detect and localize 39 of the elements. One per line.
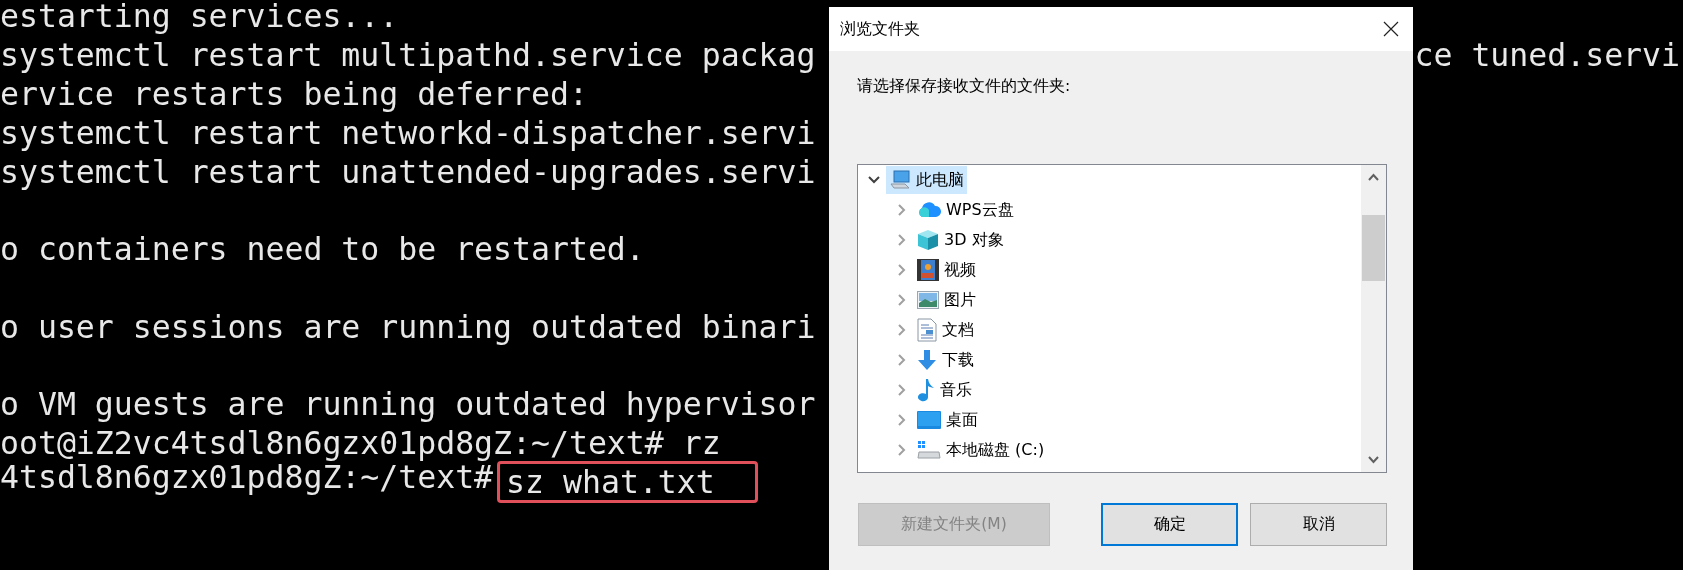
terminal-line: o containers need to be restarted. [0,233,645,266]
tree-item[interactable]: 文档 [914,316,977,344]
download-arrow-icon [917,349,937,371]
tree-item[interactable]: 本地磁盘 (C:) [914,436,1048,464]
terminal-line: systemctl restart multipathd.service packag [0,39,816,72]
terminal-line: oot@iZ2vc4tsdl8n6gzx01pd8gZ:~/text# rz [0,427,721,460]
tree-item[interactable]: 视频 [914,256,979,284]
drive-icon [917,440,941,460]
terminal-line: o VM guests are running outdated hypervisor [0,388,816,421]
computer-icon [889,170,911,190]
terminal-line: ervice restarts being deferred: [0,78,588,110]
music-note-icon [917,378,935,402]
landscape-image-icon [917,291,939,309]
cube-icon [917,229,939,251]
terminal-line: ce tuned.servi [1414,39,1680,72]
prompt-text: 请选择保存接收文件的文件夹: [857,76,1072,97]
terminal-line: estarting services... [0,0,399,33]
tree-item[interactable]: 音乐 [914,376,975,404]
tree-item[interactable]: 此电脑 [886,166,967,194]
tree-item[interactable]: WPS云盘 [914,196,1017,224]
scrollbar[interactable] [1361,165,1386,472]
tree-item[interactable]: 3D 对象 [914,226,1007,254]
terminal-line: 4tsdl8n6gzx01pd8gZ:~/text# [0,460,494,497]
close-icon[interactable] [1381,19,1401,39]
film-icon [917,259,939,281]
window-title: 浏览文件夹 [840,18,920,40]
tree-item[interactable]: 图片 [914,286,979,314]
highlighted-command: sz what.txt [497,460,758,503]
terminal-line: systemctl restart networkd-dispatcher.servi [0,116,816,149]
terminal-line: o user sessions are running outdated binari [0,310,816,343]
dialog-button[interactable]: 取消 [1250,503,1387,546]
dialog-button[interactable]: 确定 [1101,503,1238,546]
tree-item[interactable]: 下载 [914,346,977,374]
scrollbar-thumb[interactable] [1362,215,1385,281]
document-icon [917,318,937,342]
terminal-line: systemctl restart unattended-upgrades.servi [0,155,816,188]
screen-icon [917,411,941,429]
tree-item[interactable]: 桌面 [914,406,981,434]
cloud-icon [917,201,941,219]
